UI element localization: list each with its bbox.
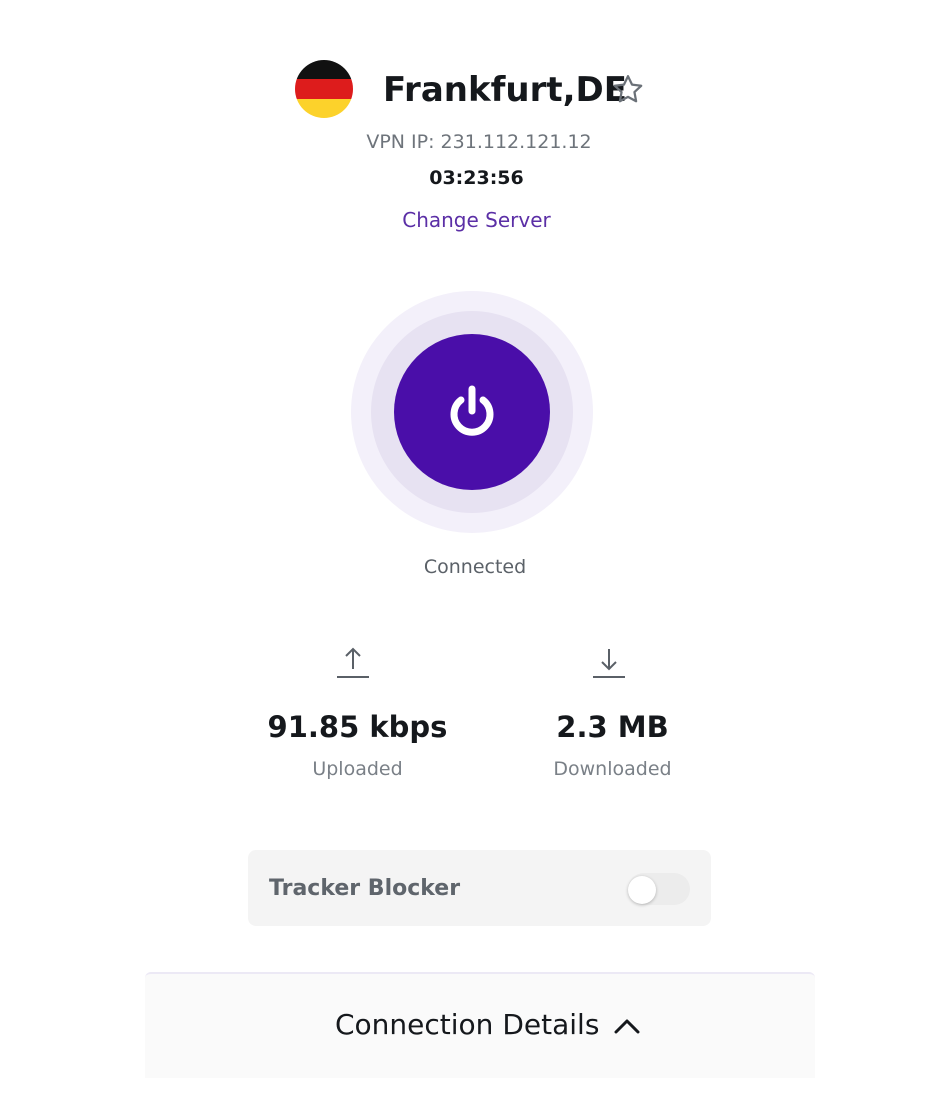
flag-stripe-gold: [295, 98, 353, 118]
connection-timer: 03:23:56: [429, 167, 524, 189]
tracker-blocker-label: Tracker Blocker: [269, 876, 461, 901]
flag-stripe-black: [295, 60, 353, 80]
upload-label: Uploaded: [312, 758, 403, 780]
tracker-blocker-card: Tracker Blocker: [248, 850, 711, 926]
toggle-knob: [628, 876, 656, 904]
connection-details-label: Connection Details: [335, 1008, 600, 1041]
power-button[interactable]: [394, 334, 550, 490]
germany-flag-icon: [295, 60, 353, 118]
tracker-blocker-toggle[interactable]: [628, 873, 690, 905]
connection-status: Connected: [423, 556, 527, 578]
download-value: 2.3 MB: [556, 710, 669, 744]
upload-value: 91.85 kbps: [267, 710, 448, 744]
power-icon: [450, 385, 494, 436]
flag-stripe-red: [295, 79, 353, 99]
vpn-ip-address: VPN IP: 231.112.121.12: [366, 131, 592, 153]
server-header: Frankfurt,DE VPN IP: 231.112.121.12 03:2…: [0, 0, 944, 189]
connection-details-bar[interactable]: Connection Details: [145, 972, 815, 1078]
download-label: Downloaded: [553, 758, 672, 780]
chevron-up-icon: [614, 1019, 640, 1034]
download-arrow-icon: [593, 649, 625, 678]
upload-arrow-icon: [337, 647, 369, 678]
star-outline-icon[interactable]: [610, 72, 646, 108]
server-name: Frankfurt,DE: [383, 70, 627, 110]
change-server-link[interactable]: Change Server: [0, 208, 944, 232]
